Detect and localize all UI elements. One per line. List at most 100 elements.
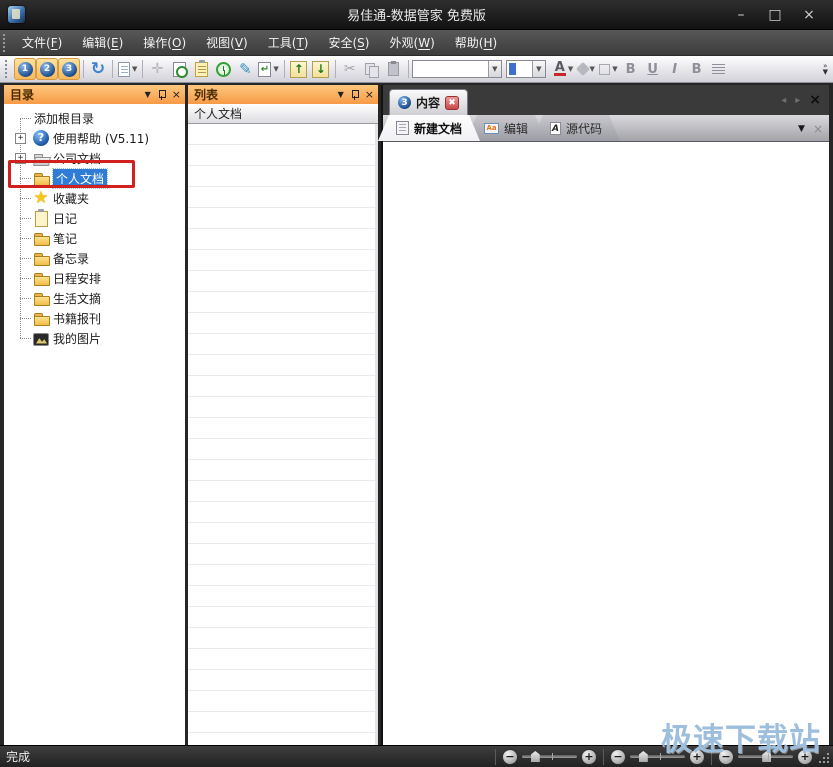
notes-button[interactable]	[190, 58, 212, 80]
menu-tools[interactable]: 工具(T)	[258, 30, 319, 55]
insert-button-disabled[interactable]: ✛	[146, 58, 168, 80]
clock-document-icon	[173, 62, 186, 77]
list-column-header[interactable]: 个人文档	[188, 104, 378, 124]
tree-item-schedule[interactable]: 日程安排	[4, 268, 185, 288]
minimize-button[interactable]: –	[731, 6, 751, 24]
toolbar: 1 2 3 ↻ ▼ ✛ ✎ ↵▼ ↑ ↓ ✂ ▼ ▼ A▼ ▼ ▼ B U I …	[0, 56, 833, 83]
zoom-out-button[interactable]: −	[610, 749, 626, 765]
close-button[interactable]: ×	[799, 6, 819, 24]
slider-track[interactable]	[630, 755, 685, 758]
italic-button-disabled[interactable]: I	[664, 58, 686, 80]
move-down-button[interactable]: ↓	[310, 58, 332, 80]
slider-track[interactable]	[522, 755, 577, 758]
tree-item-my-pictures[interactable]: 我的图片	[4, 328, 185, 348]
schedule-document-button[interactable]	[168, 58, 190, 80]
folder-icon	[33, 230, 49, 246]
slider-thumb[interactable]	[531, 751, 540, 762]
tree-item-diary[interactable]: 日记	[4, 208, 185, 228]
insert-return-button[interactable]: ↵▼	[256, 58, 280, 80]
zoom-in-button[interactable]: +	[581, 749, 597, 765]
tab-new-document[interactable]: 新建文档	[378, 115, 480, 141]
tab-close-icon[interactable]: ✖	[445, 96, 459, 110]
chevron-down-icon[interactable]: ▼	[532, 61, 545, 77]
tree-item-books[interactable]: 书籍报刊	[4, 308, 185, 328]
slider-thumb[interactable]	[639, 751, 648, 762]
tab-list-caret-icon[interactable]: ▼	[798, 124, 805, 134]
chevron-down-icon[interactable]: ▼	[488, 61, 501, 77]
zoom-in-button[interactable]: +	[797, 749, 813, 765]
tree-item-add-root[interactable]: 添加根目录	[4, 108, 185, 128]
view-mode-3-button[interactable]: 3	[58, 58, 80, 80]
underline-icon: U	[644, 62, 662, 77]
tab-source-code[interactable]: A 源代码	[532, 115, 620, 141]
tab-close-icon-disabled[interactable]: ×	[813, 122, 823, 136]
move-up-button[interactable]: ↑	[288, 58, 310, 80]
view-mode-1-button[interactable]: 1	[14, 58, 36, 80]
menu-edit[interactable]: 编辑(E)	[72, 30, 133, 55]
maximize-button[interactable]: □	[765, 6, 785, 24]
toolbar-overflow-button[interactable]: »▼	[823, 63, 831, 75]
nav-forward-icon[interactable]: ▸	[795, 95, 800, 106]
menu-help[interactable]: 帮助(H)	[445, 30, 507, 55]
italic-icon: I	[666, 62, 684, 77]
menu-appearance[interactable]: 外观(W)	[379, 30, 444, 55]
slider-track[interactable]	[738, 755, 793, 758]
paste-button-disabled[interactable]	[383, 58, 405, 80]
underline-button-disabled[interactable]: U	[642, 58, 664, 80]
tree-item-favorites[interactable]: ★收藏夹	[4, 188, 185, 208]
menu-file[interactable]: 文件(F)	[12, 30, 72, 55]
border-button-disabled[interactable]: ▼	[597, 58, 619, 80]
menubar-grip-handle[interactable]	[3, 34, 8, 52]
pin-icon[interactable]	[158, 90, 165, 100]
panel-close-icon[interactable]: ×	[172, 89, 181, 100]
zoom-out-button[interactable]: −	[502, 749, 518, 765]
toolbar-grip-handle[interactable]	[5, 60, 10, 78]
tree-item-personal-docs-selected[interactable]: 个人文档	[4, 168, 185, 188]
font-size-combobox[interactable]: ▼	[506, 60, 546, 78]
arrow-down-icon: ↓	[312, 61, 329, 78]
history-button[interactable]	[212, 58, 234, 80]
menu-operate[interactable]: 操作(O)	[133, 30, 196, 55]
slider-thumb[interactable]	[762, 751, 771, 762]
font-color-button[interactable]: A▼	[552, 58, 575, 80]
zoom-in-button[interactable]: +	[689, 749, 705, 765]
brush-button[interactable]: ✎	[234, 58, 256, 80]
list-panel-header: 列表 ▼ ×	[188, 85, 378, 104]
cut-button-disabled[interactable]: ✂	[339, 58, 361, 80]
toolbar-separator	[83, 60, 84, 78]
tree-item-company-docs[interactable]: +公司文档	[4, 148, 185, 168]
zoom-out-button[interactable]: −	[718, 749, 734, 765]
menu-view[interactable]: 视图(V)	[196, 30, 258, 55]
resize-grip[interactable]	[817, 748, 831, 766]
tree-item-notes[interactable]: 笔记	[4, 228, 185, 248]
content-close-icon[interactable]: ×	[809, 92, 821, 108]
bold-button-disabled[interactable]: B	[620, 58, 642, 80]
panel-close-icon[interactable]: ×	[365, 89, 374, 100]
copy-button-disabled[interactable]	[361, 58, 383, 80]
edit-icon: Aa	[484, 123, 499, 134]
panel-menu-caret-icon[interactable]: ▼	[338, 90, 344, 99]
menu-security[interactable]: 安全(S)	[318, 30, 379, 55]
sync-button[interactable]: ↻	[87, 58, 109, 80]
tree-item-life-digest[interactable]: 生活文摘	[4, 288, 185, 308]
nav-back-icon[interactable]: ◂	[781, 95, 786, 106]
toolbar-separator	[408, 60, 409, 78]
chevron-down-icon: ▼	[273, 65, 278, 73]
expand-plus-icon[interactable]: +	[15, 153, 26, 164]
tree-item-memo[interactable]: 备忘录	[4, 248, 185, 268]
list-body-empty[interactable]	[188, 124, 378, 745]
bold-alt-button-disabled[interactable]: B	[686, 58, 708, 80]
fill-color-button-disabled[interactable]: ▼	[575, 58, 597, 80]
border-icon	[599, 64, 610, 75]
align-button-disabled[interactable]	[708, 58, 730, 80]
pin-icon[interactable]	[351, 90, 358, 100]
tree-item-help[interactable]: +使用帮助 (V5.11)	[4, 128, 185, 148]
content-tab[interactable]: 3 内容 ✖	[389, 89, 468, 115]
view-mode-2-button[interactable]: 2	[36, 58, 58, 80]
menu-bar: 文件(F) 编辑(E) 操作(O) 视图(V) 工具(T) 安全(S) 外观(W…	[0, 30, 833, 56]
panel-menu-caret-icon[interactable]: ▼	[145, 90, 151, 99]
expand-plus-icon[interactable]: +	[15, 133, 26, 144]
font-name-combobox[interactable]: ▼	[412, 60, 502, 78]
new-document-button[interactable]: ▼	[116, 58, 139, 80]
document-content-area[interactable]	[383, 142, 829, 745]
